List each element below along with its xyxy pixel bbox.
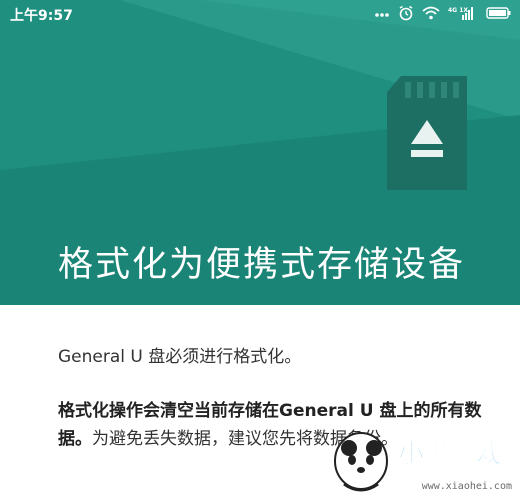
- format-required-text: General U 盘必须进行格式化。: [58, 347, 302, 367]
- signal-icon: 4G 1X: [448, 5, 478, 25]
- status-icons: 4G 1X: [374, 5, 512, 25]
- alarm-icon: [398, 5, 414, 25]
- status-bar: 上午9:57 4G 1X: [0, 0, 520, 28]
- sd-card-icon: [387, 76, 467, 190]
- watermark-brand: 小黑游戏: [398, 439, 502, 469]
- more-dots-icon: [374, 6, 390, 24]
- battery-icon: [486, 6, 512, 24]
- wifi-icon: [422, 6, 440, 24]
- status-time: 上午9:57: [10, 8, 73, 24]
- page-title: 格式化为便携式存储设备: [58, 245, 466, 285]
- watermark-url: www.xiaohei.com: [421, 481, 512, 492]
- network-label: 4G 1X: [448, 7, 468, 14]
- header-banner: 上午9:57 4G 1X 格式化为便携式存储设备: [0, 0, 520, 305]
